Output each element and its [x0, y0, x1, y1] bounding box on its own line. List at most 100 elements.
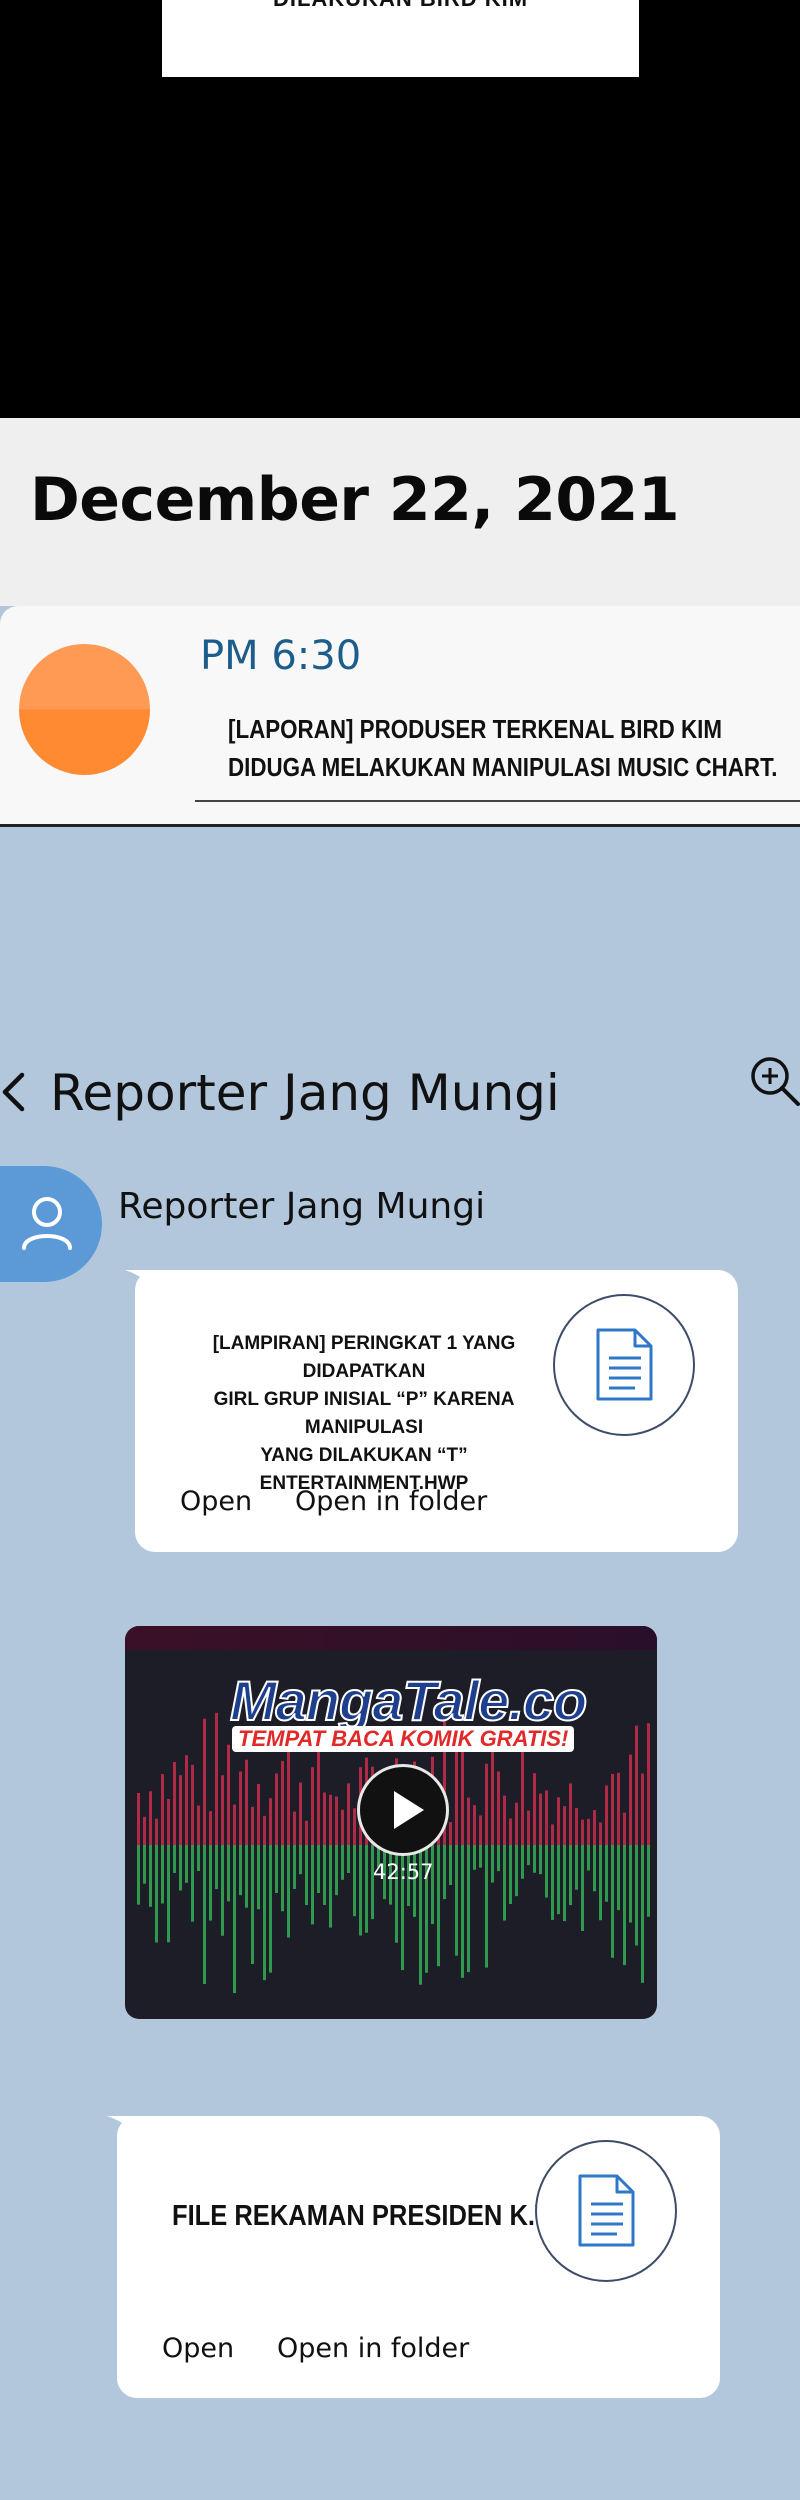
- waveform-bar: [359, 1845, 362, 1936]
- waveform-bar: [251, 1806, 254, 1845]
- waveform-bar: [605, 1785, 608, 1845]
- waveform-bar: [641, 1845, 644, 1983]
- user-icon: [22, 1197, 72, 1250]
- waveform-bar: [365, 1845, 368, 1933]
- waveform-bar: [185, 1845, 188, 1883]
- open-button[interactable]: Open: [180, 1486, 252, 1517]
- play-button[interactable]: [357, 1764, 449, 1856]
- waveform-bar: [437, 1845, 440, 1967]
- waveform-bar: [557, 1845, 560, 1915]
- waveform-bar: [461, 1745, 464, 1845]
- waveform-bar: [575, 1807, 578, 1845]
- waveform-bar: [521, 1845, 524, 1879]
- waveform-bar: [323, 1845, 326, 1905]
- open-button[interactable]: Open: [162, 2333, 234, 2364]
- waveform-bar: [647, 1723, 650, 1845]
- waveform-bar: [605, 1845, 608, 1902]
- waveform-bar: [593, 1845, 596, 1892]
- waveform-bar: [641, 1773, 644, 1845]
- waveform-bar: [215, 1712, 218, 1845]
- top-caption-text: DILAKUKAN BIRD KIM: [162, 0, 639, 12]
- waveform-bar: [581, 1845, 584, 1931]
- document-icon-button[interactable]: [535, 2140, 677, 2282]
- waveform-bar: [479, 1845, 482, 1868]
- open-in-folder-button[interactable]: Open in folder: [277, 2333, 469, 2364]
- notification-app-icon: [19, 644, 150, 775]
- waveform-bar: [533, 1773, 536, 1845]
- waveform-bar: [353, 1845, 356, 1917]
- waveform-bar: [167, 1845, 170, 1943]
- watermark-logo: MangaTale.co: [229, 1668, 588, 1733]
- waveform-bar: [593, 1810, 596, 1845]
- waveform-bar: [491, 1845, 494, 1883]
- waveform-bar: [545, 1790, 548, 1845]
- waveform-bar: [551, 1845, 554, 1920]
- waveform-bar: [347, 1845, 350, 1873]
- waveform-bar: [323, 1792, 326, 1845]
- attachment-filename: FILE REKAMAN PRESIDEN K.WAV: [172, 2200, 592, 2232]
- waveform-bar: [209, 1845, 212, 1921]
- waveform-bar: [563, 1845, 566, 1922]
- waveform-bar: [449, 1845, 452, 1886]
- waveform-bar: [173, 1762, 176, 1845]
- waveform-bar: [215, 1845, 218, 1890]
- waveform-bar: [443, 1845, 446, 1900]
- waveform-bar: [269, 1845, 272, 1973]
- waveform-bar: [221, 1845, 224, 1936]
- waveform-bar: [269, 1798, 272, 1845]
- waveform-bar: [203, 1845, 206, 1984]
- waveform-bar: [305, 1845, 308, 1906]
- waveform-bar: [335, 1845, 338, 1896]
- zoom-in-icon[interactable]: [748, 1054, 800, 1106]
- waveform-bar: [575, 1845, 578, 1890]
- waveform-bar: [317, 1845, 320, 1894]
- waveform-bar: [227, 1744, 230, 1845]
- waveform-bar: [209, 1811, 212, 1845]
- notification-line-2: DIDUGA MELAKUKAN MANIPULASI MUSIC CHART.: [228, 752, 778, 782]
- waveform-bar: [299, 1782, 302, 1845]
- waveform-bar: [191, 1764, 194, 1845]
- waveform-bar: [137, 1845, 140, 1905]
- waveform-bar: [485, 1763, 488, 1845]
- waveform-bar: [533, 1845, 536, 1873]
- waveform-bar: [509, 1818, 512, 1845]
- waveform-bar: [245, 1759, 248, 1845]
- waveform-bar: [197, 1845, 200, 1871]
- waveform-bar: [173, 1845, 176, 1873]
- waveform-bar: [281, 1760, 284, 1845]
- waveform-bar: [563, 1806, 566, 1845]
- waveform-bar: [629, 1845, 632, 1923]
- waveform-bar: [221, 1775, 224, 1845]
- waveform-bar: [329, 1845, 332, 1928]
- waveform-bar: [557, 1797, 560, 1845]
- waveform-bar: [587, 1818, 590, 1845]
- avatar[interactable]: [0, 1166, 102, 1282]
- waveform-bar: [503, 1845, 506, 1921]
- waveform-bar: [539, 1845, 542, 1875]
- waveform-bar: [485, 1845, 488, 1968]
- waveform-bar: [545, 1845, 548, 1898]
- waveform-bar: [293, 1845, 296, 1889]
- waveform-bar: [431, 1845, 434, 1925]
- waveform-bar: [305, 1820, 308, 1845]
- waveform-bar: [629, 1754, 632, 1845]
- waveform-bar: [329, 1794, 332, 1845]
- waveform-bar: [263, 1845, 266, 1981]
- open-in-folder-button[interactable]: Open in folder: [295, 1486, 487, 1517]
- section-divider: [0, 824, 800, 827]
- waveform-bar: [317, 1748, 320, 1845]
- document-icon: [596, 1328, 653, 1401]
- waveform-bar: [515, 1845, 518, 1897]
- play-icon: [394, 1791, 424, 1829]
- waveform-bar: [497, 1771, 500, 1845]
- waveform-bar: [167, 1799, 170, 1845]
- waveform-bar: [137, 1792, 140, 1845]
- waveform-bar: [509, 1845, 512, 1905]
- waveform-bar: [263, 1815, 266, 1845]
- waveform-bar: [461, 1845, 464, 1978]
- waveform-bar: [467, 1845, 470, 1973]
- top-caption-card: DILAKUKAN BIRD KIM: [162, 0, 639, 77]
- waveform-bar: [311, 1845, 314, 1925]
- back-chevron-icon[interactable]: [0, 1072, 26, 1112]
- document-icon-button[interactable]: [553, 1294, 695, 1436]
